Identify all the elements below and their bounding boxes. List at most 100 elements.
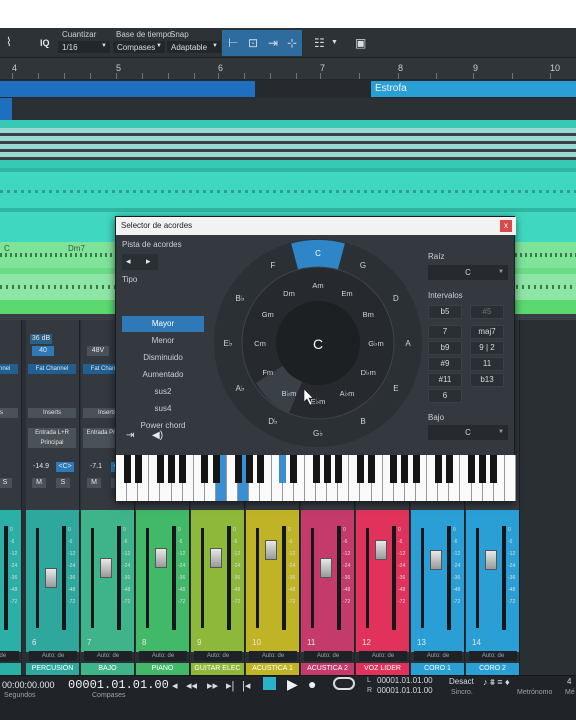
channel-name[interactable]: ACUSTICA 2	[301, 663, 354, 675]
speaker-icon[interactable]: ◀)	[152, 430, 163, 441]
black-key[interactable]	[179, 455, 187, 483]
inner-chord-9[interactable]: Cm	[254, 339, 266, 348]
volume-fader[interactable]	[430, 550, 442, 570]
timebase-select[interactable]: Compases ▼	[113, 41, 165, 53]
outer-chord-3[interactable]: A	[405, 339, 411, 348]
record-button[interactable]: ●	[308, 676, 316, 692]
outer-chord-4[interactable]: E	[393, 384, 398, 393]
volume-fader[interactable]	[100, 558, 112, 578]
rewind-icon[interactable]: ◂	[172, 679, 178, 692]
channel-name[interactable]: GUITAR ELEC	[191, 663, 244, 675]
automation-mode[interactable]: Auto: de	[84, 651, 132, 661]
interval-6[interactable]: 6	[428, 389, 462, 403]
black-key[interactable]	[290, 455, 298, 483]
channel-name[interactable]: PIANO	[136, 663, 189, 675]
black-key[interactable]	[312, 455, 320, 483]
grid-view-icon[interactable]: ☷	[314, 37, 325, 49]
inner-chord-6[interactable]: E♭m	[311, 397, 326, 406]
volume-fader[interactable]	[375, 540, 387, 560]
forward-icon[interactable]: ▸▸	[207, 679, 218, 692]
automation-mode[interactable]: Auto: de	[469, 651, 517, 661]
black-key[interactable]	[434, 455, 442, 483]
outer-chord-1[interactable]: G	[360, 261, 366, 270]
inner-chord-5[interactable]: A♭m	[340, 389, 355, 398]
io-routing[interactable]: Entrada L+R Principal	[28, 428, 76, 448]
black-key[interactable]	[368, 455, 376, 483]
snap-marker-icon[interactable]: ⊹	[287, 37, 297, 49]
volume-fader[interactable]	[485, 550, 497, 570]
channel-name[interactable]: CORO 2	[466, 663, 519, 675]
type-mayor-button[interactable]: Mayor	[122, 316, 204, 332]
solo-button[interactable]: S	[0, 478, 12, 488]
interval-sharp9[interactable]: #9	[428, 357, 462, 371]
black-key[interactable]	[168, 455, 176, 483]
automation-mode[interactable]: Auto: de	[249, 651, 297, 661]
outer-chord-6[interactable]: G♭	[313, 429, 323, 438]
circle-of-fifths[interactable]: C G D A E B G♭ D♭ A♭ E♭ B♭ F Am Em Bm G♭m D♭m A♭m E♭m B♭m F…	[212, 237, 424, 449]
clip-icon[interactable]: ▣	[355, 37, 366, 49]
chord-event[interactable]: Dm7	[68, 244, 85, 253]
position-format-label[interactable]: Compases	[92, 692, 125, 699]
black-key[interactable]	[445, 455, 453, 483]
automation-mode[interactable]: Auto: de	[304, 651, 352, 661]
loop-end[interactable]: 00001.01.01.00	[377, 686, 433, 695]
close-icon[interactable]: x	[500, 220, 512, 232]
interval-b9[interactable]: b9	[428, 341, 462, 355]
inner-chord-11[interactable]: Dm	[283, 289, 295, 298]
mute-button[interactable]: M	[32, 478, 46, 488]
timeline-ruler[interactable]: 4 5 6 7 8 9 10	[0, 58, 576, 80]
sync-status[interactable]: Desact	[449, 677, 474, 686]
type-sus2-button[interactable]: sus2	[122, 384, 204, 400]
tool-icon[interactable]: ⌇	[6, 36, 12, 48]
stop-button[interactable]	[263, 677, 276, 690]
channel-name[interactable]: VOZ LIDER	[356, 663, 409, 675]
black-key[interactable]	[201, 455, 209, 483]
black-key[interactable]	[390, 455, 398, 483]
automation-mode[interactable]: Auto: de	[139, 651, 187, 661]
channel-name[interactable]: ms	[0, 663, 21, 675]
arranger-section-estrofa[interactable]: Estrofa	[371, 81, 576, 97]
black-key[interactable]	[323, 455, 331, 483]
black-key[interactable]	[468, 455, 476, 483]
type-menor-button[interactable]: Menor	[122, 333, 204, 349]
loop-button[interactable]	[333, 677, 355, 690]
volume-fader[interactable]	[320, 558, 332, 578]
return-zero-icon[interactable]: |◂	[242, 679, 250, 692]
type-disminuido-button[interactable]: Disminuido	[122, 350, 204, 366]
quantize-select[interactable]: 1/16 ▼	[58, 41, 110, 53]
interval-sharp5[interactable]: #5	[470, 305, 504, 319]
black-key[interactable]	[123, 455, 131, 483]
play-button[interactable]: ▶	[287, 676, 298, 693]
snap-cursor-icon[interactable]: ⇥	[268, 37, 278, 49]
inner-chord-1[interactable]: Em	[341, 289, 352, 298]
inner-chord-8[interactable]: Fm	[262, 368, 273, 377]
black-key[interactable]	[234, 455, 242, 483]
outer-chord-10[interactable]: B♭	[236, 294, 245, 303]
black-key[interactable]	[245, 455, 253, 483]
channel-name[interactable]: PERCUSIÓN	[26, 663, 79, 675]
mute-button[interactable]: M	[87, 478, 101, 488]
iq-label[interactable]: IQ	[40, 38, 50, 48]
black-key[interactable]	[401, 455, 409, 483]
type-sus4-button[interactable]: sus4	[122, 401, 204, 417]
outer-chord-5[interactable]: B	[360, 417, 365, 426]
inner-chord-3[interactable]: G♭m	[368, 339, 384, 348]
outer-chord-0[interactable]: C	[315, 249, 321, 258]
outer-chord-7[interactable]: D♭	[268, 417, 278, 426]
outer-chord-11[interactable]: F	[271, 261, 276, 270]
black-key[interactable]	[412, 455, 420, 483]
snap-events-icon[interactable]: ⊡	[248, 37, 258, 49]
inserts-slot[interactable]: Inserts	[0, 408, 18, 418]
interval-11[interactable]: 11	[470, 357, 504, 371]
grid-dropdown-icon[interactable]: ▼	[331, 37, 338, 49]
automation-mode[interactable]: Auto: de	[29, 651, 77, 661]
snap-select[interactable]: Adaptable ▼	[167, 41, 221, 53]
automation-mode[interactable]: Auto: de	[359, 651, 407, 661]
volume-fader[interactable]	[155, 548, 167, 568]
phantom-power-button[interactable]: 40	[32, 346, 54, 356]
interval-9[interactable]: 9 | 2	[470, 341, 504, 355]
forward-end-icon[interactable]: ▸|	[226, 679, 234, 692]
bass-select[interactable]: C ▼	[428, 425, 508, 440]
outer-chord-9[interactable]: E♭	[223, 339, 232, 348]
piano-keyboard[interactable]	[116, 455, 516, 501]
